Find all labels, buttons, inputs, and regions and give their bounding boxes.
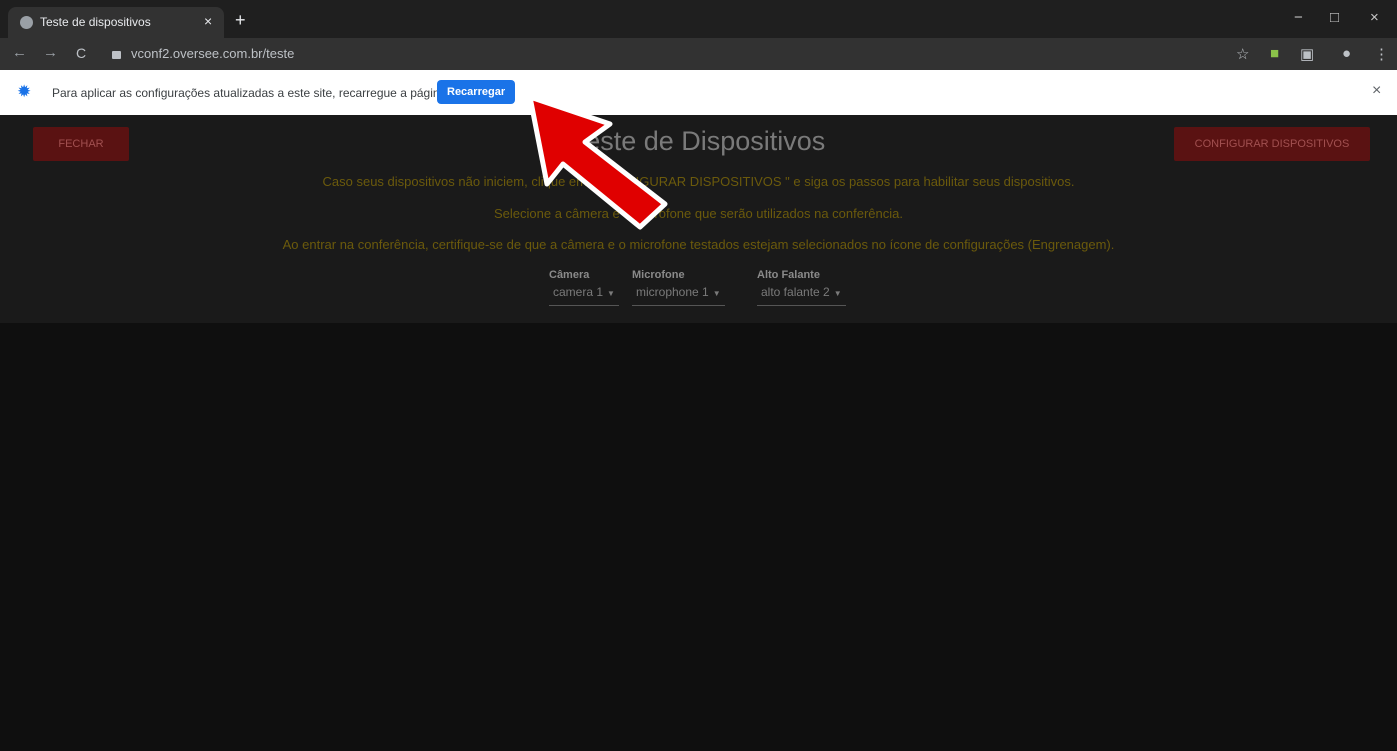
reload-icon[interactable]: C	[76, 45, 86, 61]
infobar-close-icon[interactable]: ×	[1372, 82, 1381, 100]
new-tab-button[interactable]: +	[235, 10, 246, 31]
microphone-label: Microfone	[632, 269, 685, 281]
browser-tab[interactable]: Teste de dispositivos ×	[8, 7, 224, 38]
speaker-select[interactable]: alto falante 2 ▼	[757, 281, 846, 306]
url-text: vconf2.oversee.com.br/teste	[131, 46, 295, 61]
address-bar[interactable]: vconf2.oversee.com.br/teste	[112, 42, 1212, 66]
minimize-button[interactable]: −	[1294, 9, 1303, 26]
browser-toolbar: ← → C vconf2.oversee.com.br/teste ☆ ■ ▣ …	[0, 38, 1397, 70]
tab-close-icon[interactable]: ×	[204, 13, 212, 29]
camera-label: Câmera	[549, 269, 590, 281]
screenshot-extension-icon[interactable]: ▣	[1300, 45, 1314, 63]
microphone-select[interactable]: microphone 1 ▼	[632, 281, 725, 306]
caret-down-icon: ▼	[607, 289, 615, 298]
menu-icon[interactable]: ⋮	[1374, 45, 1389, 63]
speaker-select-group: Alto Falante alto falante 2 ▼	[757, 269, 846, 306]
back-button[interactable]: ←	[12, 44, 27, 61]
globe-icon	[20, 16, 33, 29]
maximize-button[interactable]: □	[1330, 9, 1339, 26]
caret-down-icon: ▼	[712, 289, 721, 298]
instruction-text: Caso seus dispositivos não iniciem, cliq…	[322, 174, 1075, 189]
instruction-text: Ao entrar na conferência, certifique-se …	[282, 237, 1115, 252]
camera-select[interactable]: camera 1 ▼	[549, 281, 619, 306]
speaker-label: Alto Falante	[757, 269, 820, 281]
star-icon[interactable]: ☆	[1236, 45, 1249, 63]
caret-down-icon: ▼	[833, 289, 842, 298]
lock-icon	[112, 50, 121, 59]
close-button[interactable]: FECHAR	[33, 127, 129, 161]
tab-strip: Teste de dispositivos × + − □ ×	[0, 0, 1397, 38]
tab-title: Teste de dispositivos	[40, 15, 151, 29]
configure-devices-button[interactable]: CONFIGURAR DISPOSITIVOS	[1174, 127, 1370, 161]
profile-icon[interactable]: ●	[1342, 45, 1351, 62]
microphone-select-group: Microfone microphone 1 ▼	[632, 269, 725, 306]
gear-icon: ✹	[17, 82, 32, 101]
reload-button[interactable]: Recarregar	[437, 80, 516, 104]
infobar-message: Para aplicar as configurações atualizada…	[52, 86, 447, 100]
camera-select-group: Câmera camera 1 ▼	[549, 269, 619, 306]
forward-button[interactable]: →	[43, 44, 58, 61]
window-close-button[interactable]: ×	[1370, 9, 1379, 26]
device-test-header: Teste de Dispositivos FECHAR CONFIGURAR …	[0, 115, 1397, 323]
page-content: Teste de Dispositivos FECHAR CONFIGURAR …	[0, 115, 1397, 751]
extension-icon[interactable]: ■	[1270, 45, 1279, 62]
arrow-icon	[527, 94, 668, 230]
instruction-text: Selecione a câmera e o microfone que ser…	[493, 206, 904, 221]
infobar: ✹ Para aplicar as configurações atualiza…	[0, 70, 1397, 115]
